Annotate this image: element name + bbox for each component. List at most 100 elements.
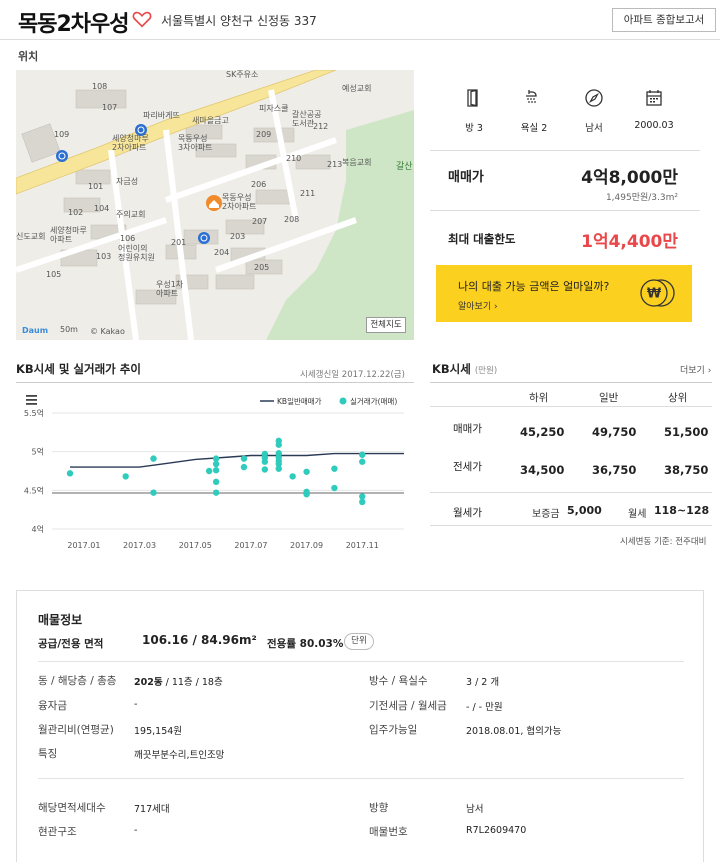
area-value: 106.16 / 84.96m² [142, 633, 257, 647]
actual-trade-point [331, 465, 338, 472]
x-tick-label: 2017.11 [346, 541, 379, 550]
loan-field-value: - [134, 699, 138, 710]
households-value: 717세대 [134, 804, 170, 815]
block-209: 209 [256, 130, 272, 139]
loan-limit-value: 1억4,400만 [581, 232, 678, 252]
block-205: 205 [254, 263, 270, 272]
mgmt-fee-value: 195,154원 [134, 726, 183, 737]
rooms-baths-label: 방수 / 욕실수 [369, 675, 428, 687]
actual-trade-point [289, 473, 296, 480]
heart-icon[interactable] [131, 8, 153, 30]
block-105: 105 [46, 270, 62, 279]
kb-header-mid: 일반 [599, 392, 619, 404]
divider [38, 661, 684, 662]
loan-banner[interactable]: 나의 대출 가능 금액은 얼마일까? 알아보기 › ₩ [436, 265, 692, 322]
entrance-structure-value: - [134, 825, 138, 836]
kb-title-text: KB시세 [432, 362, 471, 376]
actual-trade-point [212, 478, 220, 486]
x-tick-label: 2017.01 [67, 541, 100, 550]
block-107: 107 [102, 103, 118, 112]
actual-trade-point [275, 441, 282, 448]
block-213: 213 [327, 160, 343, 169]
actual-trade-point [212, 489, 220, 496]
kb-sale-mid: 49,750 [592, 425, 637, 439]
svg-text:₩: ₩ [647, 287, 662, 302]
sale-price-value: 4억8,000만 [581, 168, 678, 188]
baths-spec: 욕실 2 [504, 88, 564, 134]
coin-icon: ₩ [640, 279, 675, 307]
actual-trade-point [359, 498, 366, 506]
address: 서울특별시 양천구 신정동 337 [161, 14, 317, 28]
direction-label: 방향 [369, 802, 389, 814]
listing-title: 매물정보 [38, 613, 83, 627]
chart-legend: KB일반매매가 실거래가(매매) [260, 396, 397, 406]
divider [38, 778, 684, 779]
actual-trade-point [240, 463, 248, 471]
divider [430, 525, 712, 526]
church-sin: 신도교회 [16, 232, 46, 241]
actual-trade-point [240, 455, 248, 462]
apt-seoyang-2: 세양청마루 2차아파트 [112, 134, 149, 152]
apt-seoyang: 세양청마루 아파트 [50, 226, 87, 244]
map-canvas [16, 70, 414, 340]
floor-label: 동 / 해당층 / 총층 [38, 675, 117, 687]
legend-kb: KB일반매매가 [277, 397, 322, 406]
loan-banner-more-link[interactable]: 알아보기 › [458, 299, 498, 312]
mgmt-fee-label: 월관리비(연평균) [38, 724, 114, 736]
full-map-button[interactable]: 전체지도 [366, 317, 406, 333]
actual-trade-point [212, 460, 220, 468]
y-tick-label: 5억 [32, 447, 44, 457]
trend-chart: KB일반매매가 실거래가(매매) 5.5억 5억 4.5억 4억 2017.01 2017… [16, 382, 414, 562]
block-211: 211 [300, 189, 316, 198]
actual-trade-point [275, 465, 282, 472]
kb-header-high: 상위 [668, 392, 688, 404]
block-207: 207 [252, 217, 268, 226]
deposit-value: - / - 만원 [466, 702, 503, 713]
kb-footnote: 시세변동 기준: 전주대비 [620, 537, 707, 547]
report-button[interactable]: 아파트 종합보고서 [612, 8, 716, 32]
block-104: 104 [94, 204, 110, 213]
listing-info-box [16, 590, 704, 862]
jagum-label: 자금성 [116, 177, 139, 186]
menu-icon[interactable] [26, 395, 37, 405]
x-tick-label: 2017.03 [123, 541, 156, 550]
library-label: 갈산공공 도서관 [292, 110, 322, 128]
y-tick-label: 4억 [32, 524, 44, 534]
spec-icons: 방 3 욕실 2 남서 2000.03 [430, 88, 700, 138]
sale-price-label: 매매가 [448, 170, 484, 185]
block-103: 103 [96, 252, 112, 261]
divider [430, 406, 712, 407]
divider [430, 210, 700, 211]
page-header: 목동2차우성 서울특별시 양천구 신정동 337 아파트 종합보고서 [0, 0, 720, 40]
kb-jeonse-high: 38,750 [664, 463, 709, 477]
feature-label: 특징 [38, 748, 58, 760]
trend-updated-date: 시세갱신일 2017.12.22(금) [300, 370, 405, 380]
unit-toggle-button[interactable]: 단위 [344, 633, 374, 650]
baths-value: 욕실 2 [520, 123, 548, 134]
kb-sale-high: 51,500 [664, 425, 709, 439]
kb-jeonse-mid: 36,750 [592, 463, 637, 477]
loan-banner-more-text: 알아보기 [458, 302, 492, 312]
actual-trade-point [212, 467, 220, 474]
kb-more-text: 더보기 [680, 366, 705, 376]
listing-number-value: R7L2609470 [466, 825, 527, 836]
kb-rent-value: 118~128 [654, 504, 710, 517]
kb-jeonse-label: 전세가 [453, 461, 482, 473]
direction-value: 남서 [585, 123, 603, 134]
rooms-value: 방 3 [465, 123, 483, 134]
actual-trade-point [261, 466, 269, 473]
direction-field-value: 남서 [466, 804, 484, 815]
rooms-spec: 방 3 [444, 88, 504, 134]
location-map[interactable]: 108 109 107 101 102 104 103 105 106 209 … [16, 70, 414, 340]
block-108: 108 [92, 82, 108, 91]
deposit-label: 기전세금 / 월세금 [369, 700, 447, 712]
block-208: 208 [284, 215, 300, 224]
block-102: 102 [68, 208, 84, 217]
direction-spec: 남서 [564, 88, 624, 134]
kb-more-link[interactable]: 더보기 › [680, 363, 711, 376]
door-icon [467, 89, 478, 107]
block-204: 204 [214, 248, 230, 257]
block-101: 101 [88, 182, 104, 191]
kb-header-low: 하위 [529, 392, 549, 404]
actual-trade-point [261, 458, 269, 465]
